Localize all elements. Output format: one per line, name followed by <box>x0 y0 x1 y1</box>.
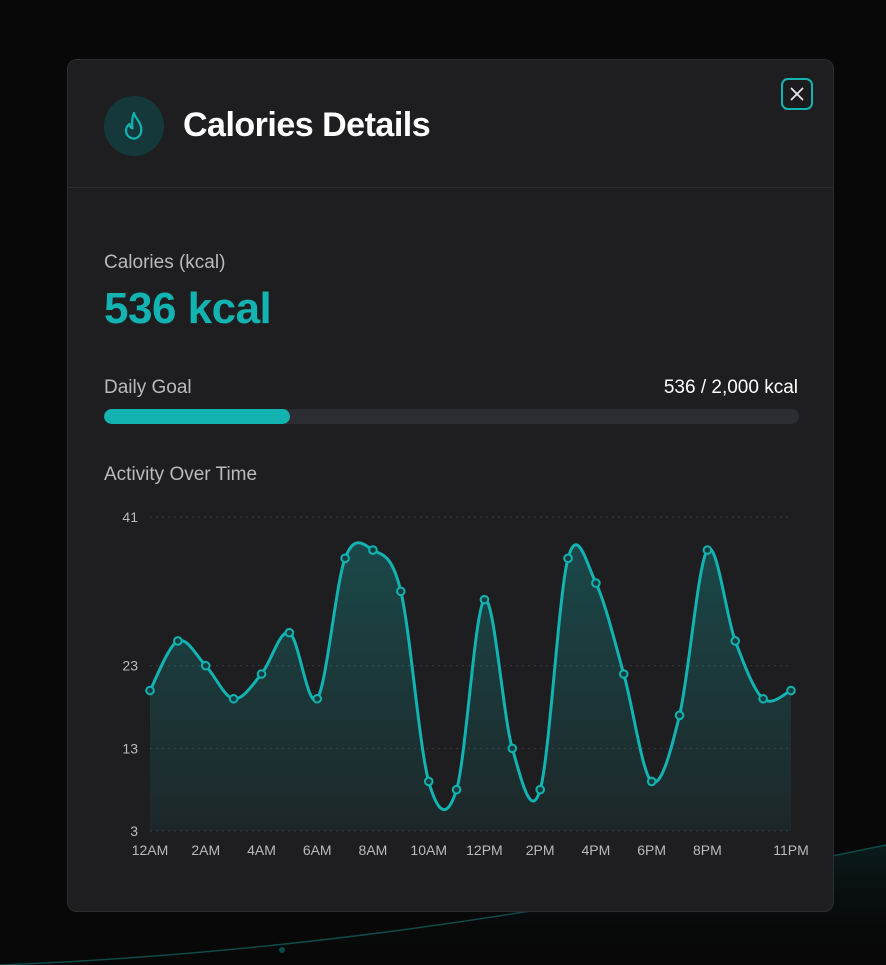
data-point <box>535 784 545 795</box>
x-tick-label: 6PM <box>637 842 666 858</box>
x-tick-label: 10AM <box>410 842 447 858</box>
x-tick-label: 6AM <box>303 842 332 858</box>
data-point <box>173 636 183 646</box>
data-point <box>758 693 768 704</box>
y-tick-label: 13 <box>122 740 138 756</box>
y-tick-label: 23 <box>122 658 138 674</box>
data-point <box>674 710 685 721</box>
x-tick-label: 2PM <box>526 842 555 858</box>
x-tick-label: 4PM <box>582 842 611 858</box>
data-point <box>451 784 462 795</box>
activity-chart: 41 23 13 3 12AM 2AM 4AM 6AM 8AM 10AM 12PM 2PM 4PM 6PM… <box>122 509 809 858</box>
x-tick-label: 12AM <box>132 842 169 858</box>
data-point <box>730 636 741 646</box>
x-tick-label: 8PM <box>693 842 722 858</box>
data-point <box>284 627 295 638</box>
data-point <box>618 669 629 679</box>
y-tick-label: 3 <box>130 823 138 839</box>
data-point <box>646 776 657 787</box>
data-point <box>479 594 490 605</box>
calories-details-modal: Calories Details Calories (kcal) 536 kca… <box>67 59 834 912</box>
data-point <box>312 693 323 704</box>
x-tick-label: 8AM <box>359 842 388 858</box>
data-point <box>200 660 211 671</box>
data-point <box>423 776 434 787</box>
data-point <box>256 669 267 679</box>
data-point <box>786 685 796 696</box>
x-tick-label: 12PM <box>466 842 503 858</box>
x-tick-label: 4AM <box>247 842 276 858</box>
data-point <box>507 743 518 754</box>
x-tick-label: 11PM <box>773 842 809 858</box>
data-point <box>396 586 406 597</box>
data-point <box>368 545 378 555</box>
data-point <box>591 578 601 588</box>
y-tick-label: 41 <box>122 509 138 525</box>
data-point <box>340 553 350 564</box>
data-point <box>228 693 239 704</box>
x-tick-label: 2AM <box>191 842 220 858</box>
data-point <box>563 553 573 564</box>
data-point <box>702 545 713 555</box>
data-point <box>145 685 155 696</box>
